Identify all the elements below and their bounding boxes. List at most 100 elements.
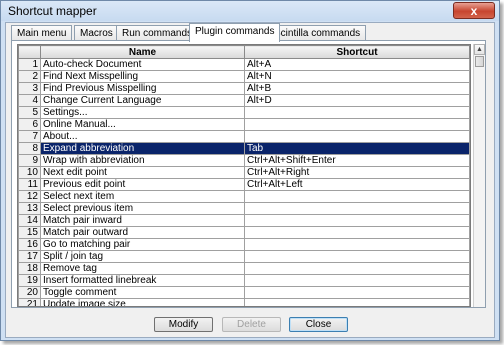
- vertical-scrollbar[interactable]: ▲: [473, 44, 485, 307]
- command-name-cell[interactable]: Next edit point: [40, 166, 245, 179]
- row-number-cell: 20: [18, 286, 41, 299]
- shortcut-cell[interactable]: Ctrl+Alt+Shift+Enter: [244, 154, 470, 167]
- command-name-cell[interactable]: Toggle comment: [40, 286, 245, 299]
- table-row[interactable]: 7 About...: [18, 130, 470, 143]
- table-row[interactable]: 12 Select next item: [18, 190, 470, 203]
- table-row[interactable]: 3 Find Previous Misspelling Alt+B: [18, 82, 470, 95]
- command-name-cell[interactable]: Match pair outward: [40, 226, 245, 239]
- tab-run-commands[interactable]: Run commands: [116, 25, 199, 41]
- table-row[interactable]: 5 Settings...: [18, 106, 470, 119]
- shortcut-cell[interactable]: Alt+D: [244, 94, 470, 107]
- table-row[interactable]: 10 Next edit point Ctrl+Alt+Right: [18, 166, 470, 179]
- shortcut-cell[interactable]: [244, 106, 470, 119]
- table-row[interactable]: 13 Select previous item: [18, 202, 470, 215]
- table-row[interactable]: 20 Toggle comment: [18, 286, 470, 299]
- shortcut-cell[interactable]: [244, 286, 470, 299]
- table-row[interactable]: 21 Update image size: [18, 298, 470, 306]
- tab-plugin-commands[interactable]: Plugin commands: [189, 23, 281, 42]
- command-name-cell[interactable]: Remove tag: [40, 262, 245, 275]
- table-row[interactable]: 6 Online Manual...: [18, 118, 470, 131]
- table-row[interactable]: 9 Wrap with abbreviation Ctrl+Alt+Shift+En…: [18, 154, 470, 167]
- row-number-cell: 7: [18, 130, 41, 143]
- window-title: Shortcut mapper: [8, 4, 97, 18]
- title-bar[interactable]: Shortcut mapper x: [1, 1, 499, 21]
- shortcut-cell[interactable]: [244, 238, 470, 251]
- dialog-client-area: Main menu Macros Run commands Plugin com…: [5, 22, 495, 338]
- column-header-name[interactable]: Name: [40, 45, 245, 59]
- tab-main-menu[interactable]: Main menu: [11, 25, 73, 41]
- shortcut-cell[interactable]: [244, 190, 470, 203]
- table-header-row: Name Shortcut: [18, 45, 470, 59]
- shortcut-cell[interactable]: Alt+A: [244, 58, 470, 71]
- command-name-cell[interactable]: Insert formatted linebreak: [40, 274, 245, 287]
- table-row[interactable]: 18 Remove tag: [18, 262, 470, 275]
- row-number-cell: 17: [18, 250, 41, 263]
- scroll-thumb[interactable]: [475, 56, 484, 67]
- shortcut-cell[interactable]: Alt+B: [244, 82, 470, 95]
- tab-scintilla-commands[interactable]: Scintilla commands: [268, 25, 367, 41]
- shortcut-cell[interactable]: Ctrl+Alt+Left: [244, 178, 470, 191]
- command-name-cell[interactable]: Find Previous Misspelling: [40, 82, 245, 95]
- row-number-cell: 21: [18, 298, 41, 306]
- table-row[interactable]: 16 Go to matching pair: [18, 238, 470, 251]
- close-icon: x: [470, 4, 478, 18]
- shortcut-cell[interactable]: [244, 262, 470, 275]
- shortcut-cell[interactable]: Alt+N: [244, 70, 470, 83]
- table-row[interactable]: 19 Insert formatted linebreak: [18, 274, 470, 287]
- command-name-cell[interactable]: Online Manual...: [40, 118, 245, 131]
- shortcut-cell[interactable]: [244, 202, 470, 215]
- command-name-cell[interactable]: Change Current Language: [40, 94, 245, 107]
- table-row[interactable]: 17 Split / join tag: [18, 250, 470, 263]
- shortcut-table: Name Shortcut 1 Auto-check Document Alt+A 2…: [18, 45, 470, 306]
- command-name-cell[interactable]: Settings...: [40, 106, 245, 119]
- shortcut-cell[interactable]: Tab: [244, 142, 470, 155]
- command-name-cell[interactable]: Select next item: [40, 190, 245, 203]
- row-number-cell: 3: [18, 82, 41, 95]
- window-close-button[interactable]: x: [453, 2, 495, 19]
- command-name-cell[interactable]: Find Next Misspelling: [40, 70, 245, 83]
- table-row[interactable]: 4 Change Current Language Alt+D: [18, 94, 470, 107]
- command-name-cell[interactable]: Wrap with abbreviation: [40, 154, 245, 167]
- shortcut-cell[interactable]: [244, 118, 470, 131]
- table-row[interactable]: 15 Match pair outward: [18, 226, 470, 239]
- table-row[interactable]: 11 Previous edit point Ctrl+Alt+Left: [18, 178, 470, 191]
- command-name-cell[interactable]: Select previous item: [40, 202, 245, 215]
- tab-macros[interactable]: Macros: [74, 25, 119, 41]
- modify-button[interactable]: Modify: [154, 317, 213, 332]
- shortcut-cell[interactable]: [244, 214, 470, 227]
- command-name-cell[interactable]: Auto-check Document: [40, 58, 245, 71]
- table-row[interactable]: 1 Auto-check Document Alt+A: [18, 58, 470, 71]
- close-button[interactable]: Close: [289, 317, 348, 332]
- command-name-cell[interactable]: About...: [40, 130, 245, 143]
- row-number-cell: 14: [18, 214, 41, 227]
- row-number-cell: 1: [18, 58, 41, 71]
- tab-panel: Name Shortcut 1 Auto-check Document Alt+A 2…: [11, 40, 486, 308]
- row-number-cell: 9: [18, 154, 41, 167]
- row-number-cell: 11: [18, 178, 41, 191]
- command-name-cell[interactable]: Update image size: [40, 298, 245, 306]
- row-number-cell: 4: [18, 94, 41, 107]
- row-number-cell: 2: [18, 70, 41, 83]
- shortcut-mapper-window: Shortcut mapper x Main menu Macros Run c…: [0, 0, 500, 341]
- row-number-cell: 15: [18, 226, 41, 239]
- command-name-cell[interactable]: Expand abbreviation: [40, 142, 245, 155]
- command-name-cell[interactable]: Previous edit point: [40, 178, 245, 191]
- scroll-up-arrow-icon[interactable]: ▲: [474, 44, 485, 55]
- shortcut-cell[interactable]: [244, 274, 470, 287]
- column-header-num: [18, 45, 41, 59]
- table-row[interactable]: 14 Match pair inward: [18, 214, 470, 227]
- shortcut-grid: Name Shortcut 1 Auto-check Document Alt+A 2…: [17, 44, 471, 307]
- shortcut-cell[interactable]: [244, 226, 470, 239]
- row-number-cell: 10: [18, 166, 41, 179]
- delete-button[interactable]: Delete: [222, 317, 281, 332]
- shortcut-cell[interactable]: [244, 130, 470, 143]
- shortcut-cell[interactable]: [244, 250, 470, 263]
- command-name-cell[interactable]: Split / join tag: [40, 250, 245, 263]
- shortcut-cell[interactable]: [244, 298, 470, 306]
- column-header-shortcut[interactable]: Shortcut: [244, 45, 470, 59]
- table-row[interactable]: 2 Find Next Misspelling Alt+N: [18, 70, 470, 83]
- shortcut-cell[interactable]: Ctrl+Alt+Right: [244, 166, 470, 179]
- command-name-cell[interactable]: Go to matching pair: [40, 238, 245, 251]
- table-row[interactable]: 8 Expand abbreviation Tab: [18, 142, 470, 155]
- command-name-cell[interactable]: Match pair inward: [40, 214, 245, 227]
